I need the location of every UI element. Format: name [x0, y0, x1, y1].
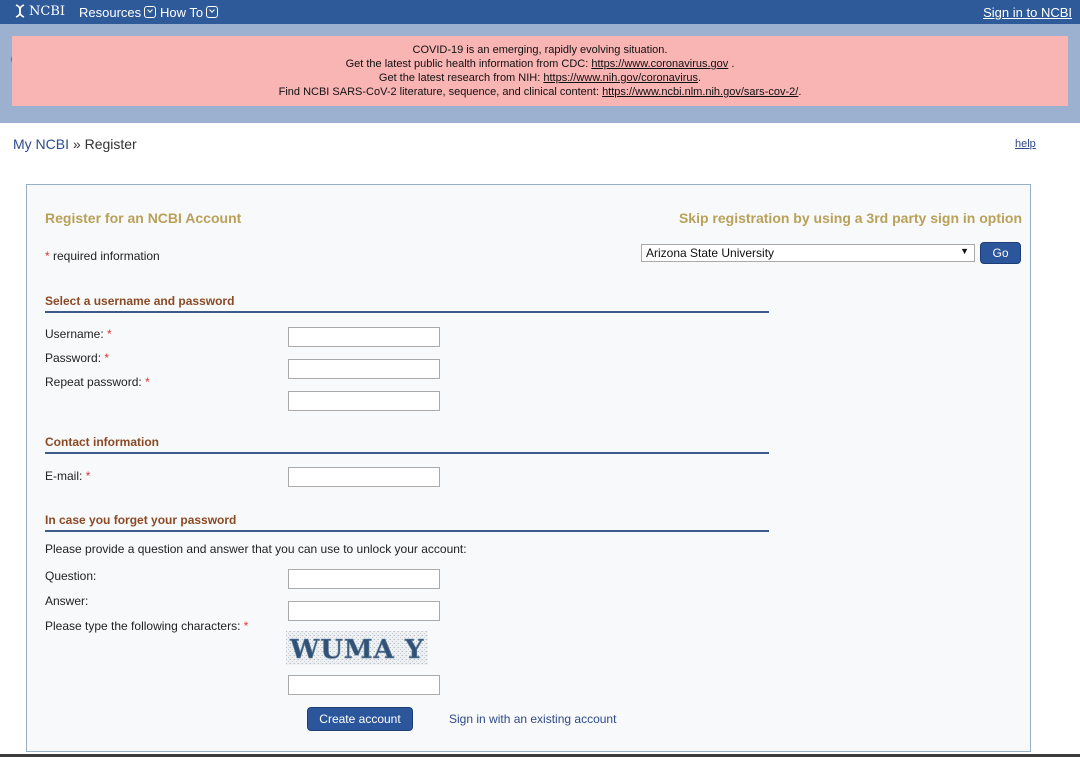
- question-label: Question:: [45, 569, 97, 583]
- top-bar: NCBI Resources How To Sign in to NCBI: [0, 0, 1080, 24]
- banner-text: .: [728, 58, 735, 70]
- provider-selected-value: Arizona State University: [646, 246, 775, 260]
- captcha-graphic: WUMA Y: [286, 631, 428, 665]
- username-label: Username: *: [45, 327, 112, 341]
- repeat-password-input[interactable]: [288, 391, 440, 411]
- go-button[interactable]: Go: [980, 242, 1021, 264]
- ncbi-logo[interactable]: NCBI: [14, 4, 65, 19]
- section-contact-title: Contact information: [45, 435, 159, 449]
- captcha-image: WUMA Y: [286, 631, 428, 665]
- register-title: Register for an NCBI Account: [45, 210, 242, 226]
- banner-text: Get the latest research from NIH:: [378, 72, 544, 84]
- breadcrumb-current: Register: [84, 136, 137, 152]
- nih-link[interactable]: https://www.nih.gov/coronavirus: [543, 72, 698, 84]
- captcha-characters: WUMA Y: [289, 635, 424, 665]
- captcha-input[interactable]: [288, 675, 440, 695]
- repeat-password-label-text: Repeat password:: [45, 375, 142, 389]
- captcha-label-text: Please type the following characters:: [45, 619, 241, 633]
- question-input[interactable]: [288, 569, 440, 589]
- section-divider: [45, 311, 769, 313]
- banner-text: .: [698, 72, 702, 84]
- password-input[interactable]: [288, 359, 440, 379]
- username-input[interactable]: [288, 327, 440, 347]
- breadcrumb-separator: »: [69, 136, 85, 152]
- announcement-area: ! COVID-19 is an emerging, rapidly evolv…: [0, 24, 1080, 123]
- sars-cov-2-link[interactable]: https://www.ncbi.nlm.nih.gov/sars-cov-2/: [602, 86, 798, 98]
- required-note-text: required information: [49, 249, 160, 263]
- help-link[interactable]: help: [1015, 138, 1036, 150]
- banner-line-1: COVID-19 is an emerging, rapidly evolvin…: [412, 44, 668, 56]
- breadcrumb: My NCBI » Register: [13, 136, 137, 152]
- ncbi-helix-icon: [15, 4, 25, 18]
- required-asterisk: *: [107, 327, 112, 341]
- captcha-label: Please type the following characters: *: [45, 619, 248, 633]
- required-asterisk: *: [85, 469, 91, 483]
- signin-link[interactable]: Sign in to NCBI: [983, 5, 1072, 20]
- required-note: * required information: [45, 249, 160, 263]
- resources-menu[interactable]: Resources: [79, 5, 157, 20]
- sign-in-existing-link[interactable]: Sign in with an existing account: [449, 712, 616, 726]
- resources-menu-label: Resources: [79, 5, 142, 20]
- password-label: Password: *: [45, 351, 109, 365]
- banner-line-2: Get the latest public health information…: [12, 57, 1068, 71]
- cdc-link[interactable]: https://www.coronavirus.gov: [591, 58, 728, 70]
- section-credentials-title: Select a username and password: [45, 294, 235, 308]
- logo-text: NCBI: [29, 4, 66, 19]
- registration-panel: Register for an NCBI Account Skip regist…: [26, 184, 1031, 752]
- email-label: E-mail: *: [45, 469, 90, 483]
- chevron-down-icon: [206, 6, 219, 18]
- banner-text: .: [798, 86, 802, 98]
- email-input[interactable]: [288, 467, 440, 487]
- banner-line-4: Find NCBI SARS-CoV-2 literature, sequenc…: [12, 85, 1068, 99]
- dropdown-arrow-icon: ▼: [960, 246, 969, 256]
- chevron-down-icon: [144, 6, 157, 18]
- banner-line-3: Get the latest research from NIH: https:…: [12, 71, 1068, 85]
- email-label-text: E-mail:: [45, 469, 83, 483]
- password-label-text: Password:: [45, 351, 102, 365]
- howto-menu-label: How To: [160, 5, 204, 20]
- repeat-password-label: Repeat password: *: [45, 375, 150, 389]
- answer-label: Answer:: [45, 594, 89, 608]
- covid-banner: COVID-19 is an emerging, rapidly evolvin…: [12, 36, 1068, 106]
- banner-text: Find NCBI SARS-CoV-2 literature, sequenc…: [278, 86, 603, 98]
- howto-menu[interactable]: How To: [160, 5, 219, 20]
- third-party-provider-select[interactable]: Arizona State University ▼: [641, 244, 975, 262]
- recovery-instructions: Please provide a question and answer tha…: [45, 542, 467, 556]
- breadcrumb-my-ncbi[interactable]: My NCBI: [13, 136, 69, 152]
- create-account-button[interactable]: Create account: [307, 707, 413, 731]
- section-divider: [45, 452, 769, 454]
- banner-text: Get the latest public health information…: [345, 58, 592, 70]
- required-asterisk: *: [104, 351, 110, 365]
- username-label-text: Username:: [45, 327, 104, 341]
- answer-input[interactable]: [288, 601, 440, 621]
- section-recovery-title: In case you forget your password: [45, 513, 237, 527]
- section-divider: [45, 530, 769, 532]
- skip-registration-title: Skip registration by using a 3rd party s…: [678, 210, 1022, 226]
- required-asterisk: *: [243, 619, 249, 633]
- required-asterisk: *: [145, 375, 150, 389]
